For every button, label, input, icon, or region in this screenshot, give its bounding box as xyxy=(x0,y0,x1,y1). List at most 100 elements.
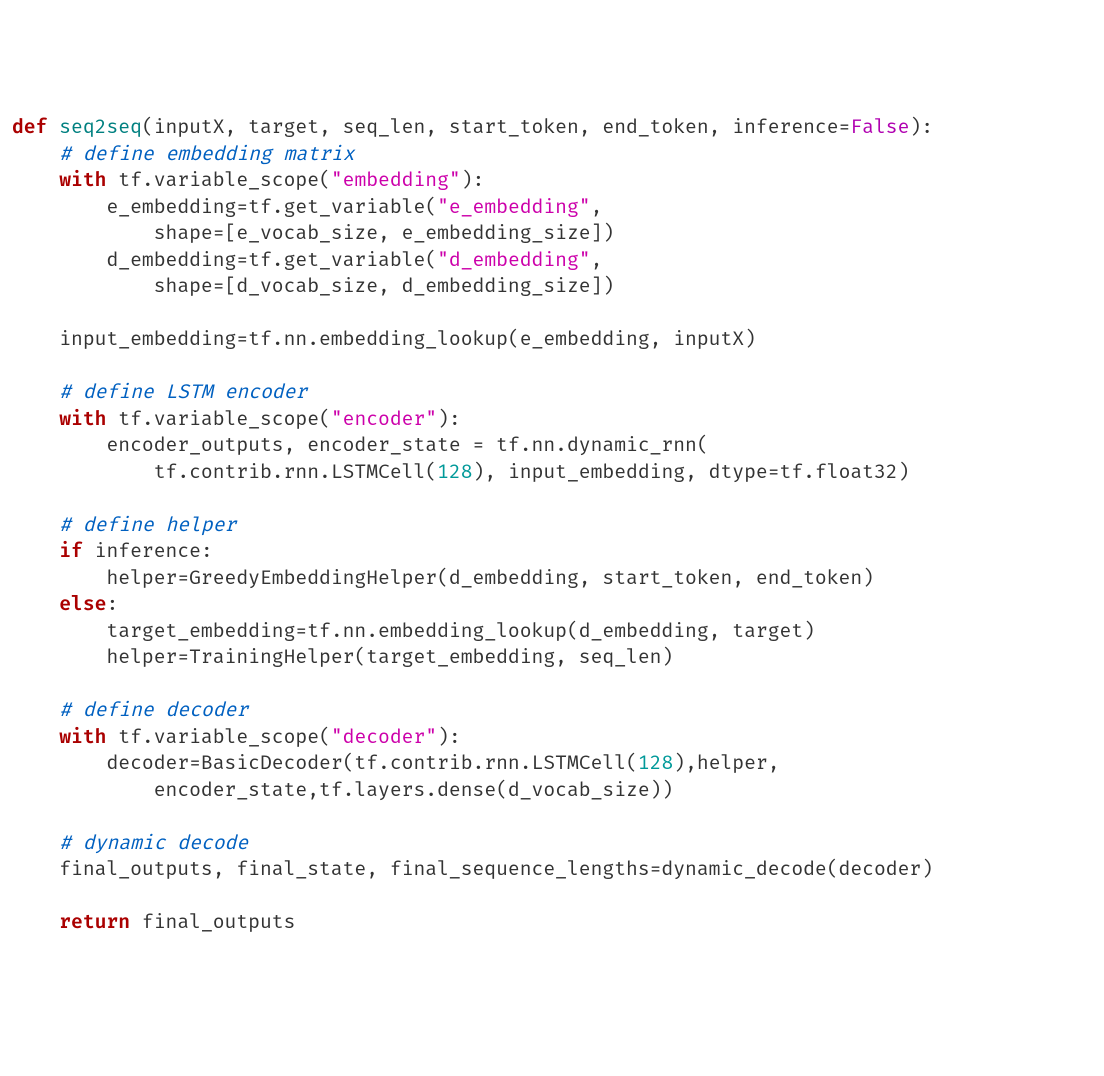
number: 128 xyxy=(638,751,673,775)
string: "encoder" xyxy=(331,407,437,431)
indent xyxy=(12,725,59,749)
string: "decoder" xyxy=(331,725,437,749)
indent xyxy=(12,513,59,537)
code-line: tf.contrib.rnn.LSTMCell(128), input_embe… xyxy=(12,460,909,484)
code-line: if inference: xyxy=(12,539,213,563)
indent xyxy=(12,380,59,404)
code-line: # define helper xyxy=(12,513,236,537)
blank-line xyxy=(12,301,24,325)
code-line: with tf.variable_scope("encoder"): xyxy=(12,407,461,431)
code-text: ): xyxy=(437,407,461,431)
keyword-with: with xyxy=(59,725,106,749)
indent xyxy=(12,433,106,457)
keyword-with: with xyxy=(59,407,106,431)
code-text: e_embedding=tf.get_variable( xyxy=(106,195,437,219)
indent xyxy=(12,460,154,484)
signature: (inputX, target, seq_len, start_token, e… xyxy=(142,115,850,139)
keyword-if: if xyxy=(59,539,83,563)
code-text: tf.contrib.rnn.LSTMCell( xyxy=(154,460,437,484)
code-line: # define embedding matrix xyxy=(12,142,354,166)
code-line: with tf.variable_scope("embedding"): xyxy=(12,168,484,192)
comment: # define helper xyxy=(59,513,236,537)
indent xyxy=(12,751,106,775)
indent xyxy=(12,327,59,351)
keyword-else: else xyxy=(59,592,106,616)
code-text: encoder_state,tf.layers.dense(d_vocab_si… xyxy=(154,778,674,802)
comment: # define embedding matrix xyxy=(59,142,354,166)
blank-line xyxy=(12,884,24,908)
code-line: # define decoder xyxy=(12,698,248,722)
code-text: , xyxy=(591,248,603,272)
code-line: else: xyxy=(12,592,118,616)
string: "e_embedding" xyxy=(437,195,591,219)
code-text: , xyxy=(591,195,603,219)
code-line: d_embedding=tf.get_variable("d_embedding… xyxy=(12,248,602,272)
code-text: ), input_embedding, dtype=tf.float32) xyxy=(473,460,910,484)
signature-end: ): xyxy=(909,115,933,139)
code-text: final_outputs xyxy=(130,910,295,934)
indent xyxy=(12,168,59,192)
indent xyxy=(12,539,59,563)
code-text: input_embedding=tf.nn.embedding_lookup(e… xyxy=(59,327,756,351)
indent xyxy=(12,195,106,219)
code-text: tf.variable_scope( xyxy=(106,725,330,749)
code-text: encoder_outputs, encoder_state = tf.nn.d… xyxy=(106,433,708,457)
code-text: d_embedding=tf.get_variable( xyxy=(106,248,437,272)
indent xyxy=(12,698,59,722)
indent xyxy=(12,142,59,166)
code-line: helper=TrainingHelper(target_embedding, … xyxy=(12,645,673,669)
code-line: input_embedding=tf.nn.embedding_lookup(e… xyxy=(12,327,756,351)
code-text: inference: xyxy=(83,539,213,563)
string: "embedding" xyxy=(331,168,461,192)
code-text: shape=[d_vocab_size, d_embedding_size]) xyxy=(154,274,615,298)
code-text: tf.variable_scope( xyxy=(106,407,330,431)
comment: # define LSTM encoder xyxy=(59,380,307,404)
code-line: decoder=BasicDecoder(tf.contrib.rnn.LSTM… xyxy=(12,751,780,775)
code-line: encoder_state,tf.layers.dense(d_vocab_si… xyxy=(12,778,673,802)
code-text: helper=TrainingHelper(target_embedding, … xyxy=(106,645,673,669)
code-block: def seq2seq(inputX, target, seq_len, sta… xyxy=(12,114,1092,936)
code-text: tf.variable_scope( xyxy=(106,168,330,192)
comment: # define decoder xyxy=(59,698,248,722)
code-text: ),helper, xyxy=(673,751,779,775)
code-line: helper=GreedyEmbeddingHelper(d_embedding… xyxy=(12,566,874,590)
indent xyxy=(12,778,154,802)
indent xyxy=(12,566,106,590)
keyword-return: return xyxy=(59,910,130,934)
code-text: helper=GreedyEmbeddingHelper(d_embedding… xyxy=(106,566,874,590)
code-line: shape=[e_vocab_size, e_embedding_size]) xyxy=(12,221,614,245)
blank-line xyxy=(12,672,24,696)
code-text: ): xyxy=(437,725,461,749)
comment: # dynamic decode xyxy=(59,831,248,855)
code-text: final_outputs, final_state, final_sequen… xyxy=(59,857,933,881)
code-line: # define LSTM encoder xyxy=(12,380,307,404)
indent xyxy=(12,592,59,616)
code-line: def seq2seq(inputX, target, seq_len, sta… xyxy=(12,115,933,139)
blank-line xyxy=(12,804,24,828)
boolean: False xyxy=(850,115,909,139)
indent xyxy=(12,221,154,245)
code-line: target_embedding=tf.nn.embedding_lookup(… xyxy=(12,619,815,643)
string: "d_embedding" xyxy=(437,248,591,272)
code-text: decoder=BasicDecoder(tf.contrib.rnn.LSTM… xyxy=(106,751,637,775)
indent xyxy=(12,407,59,431)
code-line: final_outputs, final_state, final_sequen… xyxy=(12,857,933,881)
blank-line xyxy=(12,486,24,510)
code-text: shape=[e_vocab_size, e_embedding_size]) xyxy=(154,221,615,245)
code-line: with tf.variable_scope("decoder"): xyxy=(12,725,461,749)
code-text: target_embedding=tf.nn.embedding_lookup(… xyxy=(106,619,814,643)
code-line: e_embedding=tf.get_variable("e_embedding… xyxy=(12,195,602,219)
indent xyxy=(12,645,106,669)
indent xyxy=(12,619,106,643)
indent xyxy=(12,248,106,272)
code-line: encoder_outputs, encoder_state = tf.nn.d… xyxy=(12,433,709,457)
indent xyxy=(12,831,59,855)
code-line: # dynamic decode xyxy=(12,831,248,855)
code-text: ): xyxy=(461,168,485,192)
code-text: : xyxy=(106,592,118,616)
keyword-with: with xyxy=(59,168,106,192)
indent xyxy=(12,274,154,298)
number: 128 xyxy=(437,460,472,484)
indent xyxy=(12,910,59,934)
function-name: seq2seq xyxy=(59,115,142,139)
